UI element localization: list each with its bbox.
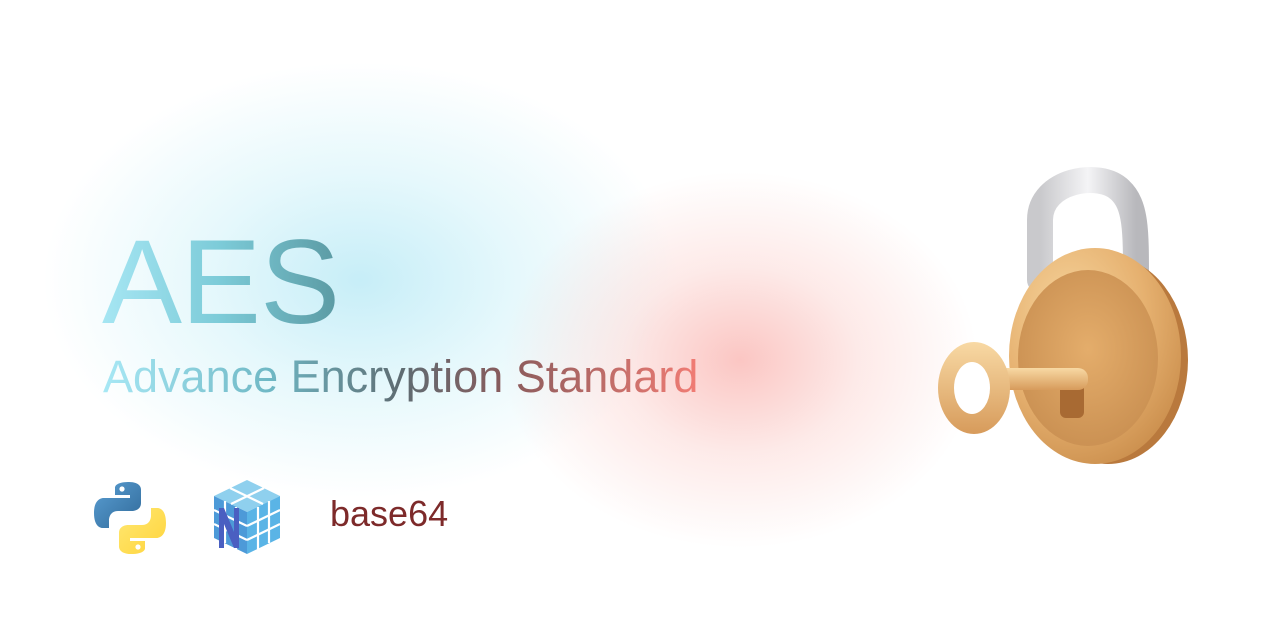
- page-subtitle: Advance Encryption Standard: [103, 351, 699, 402]
- page-title: AES: [102, 215, 340, 349]
- python-logo-icon: [94, 482, 166, 554]
- numpy-logo-icon: [213, 480, 281, 554]
- padlock-key-icon: [938, 167, 1188, 464]
- base64-label: base64: [330, 493, 449, 534]
